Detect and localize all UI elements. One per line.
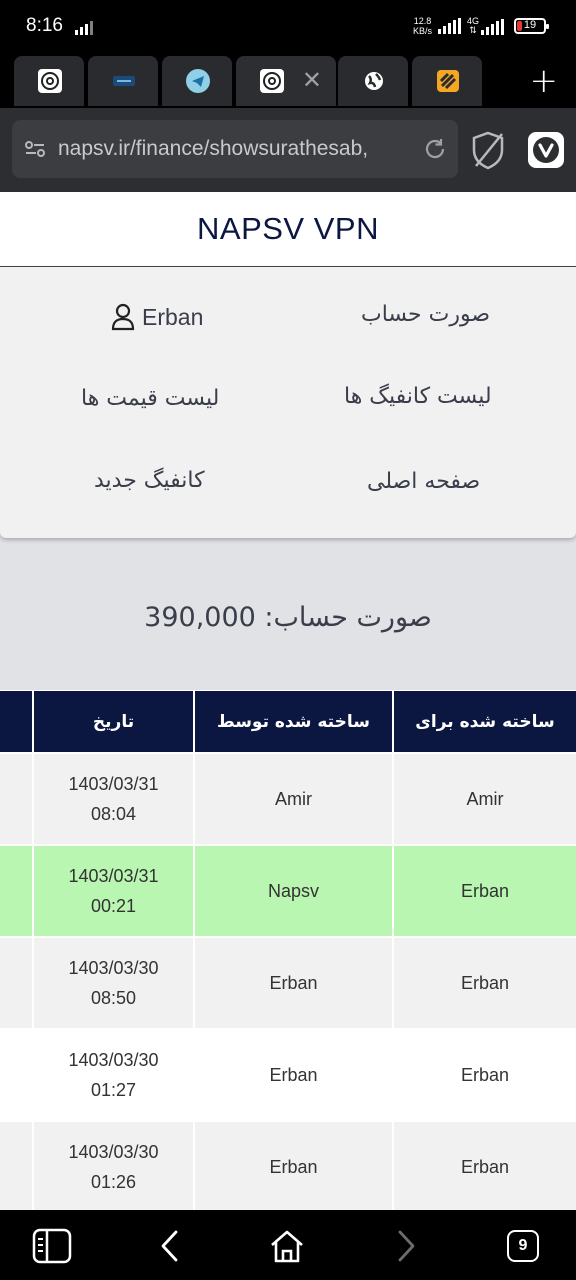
panel-toggle-icon[interactable] [32,1226,72,1266]
balance-amount: 390,000 [144,602,256,633]
site-title[interactable]: NAPSV VPN [197,211,379,247]
battery-level: 19 [523,19,537,31]
tab-napsv-1[interactable] [14,56,84,106]
forward-icon[interactable] [386,1226,426,1266]
net-speed: 12.8 KB/s [413,16,432,36]
created-for-cell: Amir [392,752,576,844]
created-by-cell: Erban [193,936,392,1028]
status-bar: 8:16 12.8 KB/s 4G ⇅ 19 [0,0,576,56]
table-header-row: تاریخ ساخته شده توسط ساخته شده برای [0,690,576,752]
napsv-favicon-icon [38,69,62,93]
globe-favicon-icon [362,69,386,93]
balance-summary: صورت حساب: 390,000 [0,602,576,633]
status-time: 8:16 [26,15,63,36]
menu-price-list[interactable]: لیست قیمت ها [81,386,219,411]
back-icon[interactable] [150,1226,190,1266]
date-cell: 1403/03/30 01:26 [32,1120,193,1210]
created-by-cell: Amir [193,752,392,844]
header-date: تاریخ [32,690,193,752]
dark-site-favicon-icon [112,69,136,93]
created-by-cell: Erban [193,1028,392,1120]
table-row: 1403/03/30 08:50 Erban Erban [0,936,576,1028]
site-header: NAPSV VPN [0,192,576,267]
date-cell: 1403/03/30 08:50 [32,936,193,1028]
table-cell-hidden [0,936,32,1028]
tracker-blocker-shield-icon[interactable] [470,130,506,170]
address-bar: napsv.ir/finance/showsurathesab, [0,108,576,192]
battery-icon: 19 [514,18,549,34]
date-cell: 1403/03/30 01:27 [32,1028,193,1120]
created-by-cell: Erban [193,1120,392,1210]
home-icon[interactable] [267,1226,307,1266]
date-cell: 1403/03/31 08:04 [32,752,193,844]
transactions-table-wrap[interactable]: تاریخ ساخته شده توسط ساخته شده برای 1403… [0,690,576,1210]
table-row: 1403/03/30 01:27 Erban Erban [0,1028,576,1120]
sim2-signal-icon [481,19,504,35]
menu-invoice[interactable]: صورت حساب [361,302,490,327]
tab-count: 9 [507,1230,539,1262]
tab-telegram[interactable] [162,56,232,106]
site-settings-icon[interactable] [24,138,46,160]
header-cell-hidden [0,690,32,752]
tab-globe[interactable] [338,56,408,106]
balance-label: صورت حساب: [264,602,432,633]
net-speed-unit: KB/s [412,26,432,36]
menu-home[interactable]: صفحه اصلی [367,469,480,494]
table-cell-hidden [0,1028,32,1120]
close-tab-icon[interactable]: ✕ [302,67,322,93]
table-cell-hidden [0,1120,32,1210]
url-field[interactable]: napsv.ir/finance/showsurathesab, [12,120,458,178]
vivaldi-menu-icon[interactable] [528,132,564,168]
user-icon [111,303,135,331]
tab-orange-app[interactable] [412,56,482,106]
status-indicators: 12.8 KB/s 4G ⇅ 19 [413,16,549,36]
created-by-cell: Napsv [193,844,392,936]
sim1-signal-icon [437,18,461,34]
menu-config-list[interactable]: لیست کانفیگ ها [344,384,492,409]
new-tab-button[interactable]: + [530,64,559,98]
user-name: Erban [142,303,204,330]
menu-new-config[interactable]: کانفیگ جدید [94,468,205,493]
created-for-cell: Erban [392,844,576,936]
header-created-by: ساخته شده توسط [193,690,392,752]
signal-icon [75,21,93,35]
tab-switcher-button[interactable]: 9 [503,1226,543,1266]
transactions-table: تاریخ ساخته شده توسط ساخته شده برای 1403… [0,690,576,1210]
sim2-network: 4G ⇅ [467,17,504,35]
table-cell-hidden [0,844,32,936]
tab-dark-site[interactable] [88,56,158,106]
table-cell-hidden [0,752,32,844]
url-text[interactable]: napsv.ir/finance/showsurathesab, [58,137,414,161]
created-for-cell: Erban [392,936,576,1028]
reload-icon[interactable] [422,136,448,162]
nav-menu: صورت حساب Erban لیست کانفیگ ها لیست قیمت… [0,267,576,538]
header-created-for: ساخته شده برای [392,690,576,752]
created-for-cell: Erban [392,1120,576,1210]
table-row: 1403/03/31 08:04 Amir Amir [0,752,576,844]
table-row: 1403/03/30 01:26 Erban Erban [0,1120,576,1210]
net-speed-value: 12.8 [413,16,432,26]
orange-app-favicon-icon [436,69,460,93]
bottom-toolbar: 9 [0,1210,576,1280]
created-for-cell: Erban [392,1028,576,1120]
napsv-favicon-icon [260,69,284,93]
tab-strip: ✕ + [0,56,576,108]
date-cell: 1403/03/31 00:21 [32,844,193,936]
table-row: 1403/03/31 00:21 Napsv Erban [0,844,576,936]
tab-napsv-active[interactable]: ✕ [236,56,336,106]
telegram-favicon-icon [186,69,210,93]
network-type: 4G ⇅ [466,16,479,35]
menu-user[interactable]: Erban [110,302,203,332]
web-page: NAPSV VPN صورت حساب Erban لیست کانفیگ ها… [0,192,576,1210]
